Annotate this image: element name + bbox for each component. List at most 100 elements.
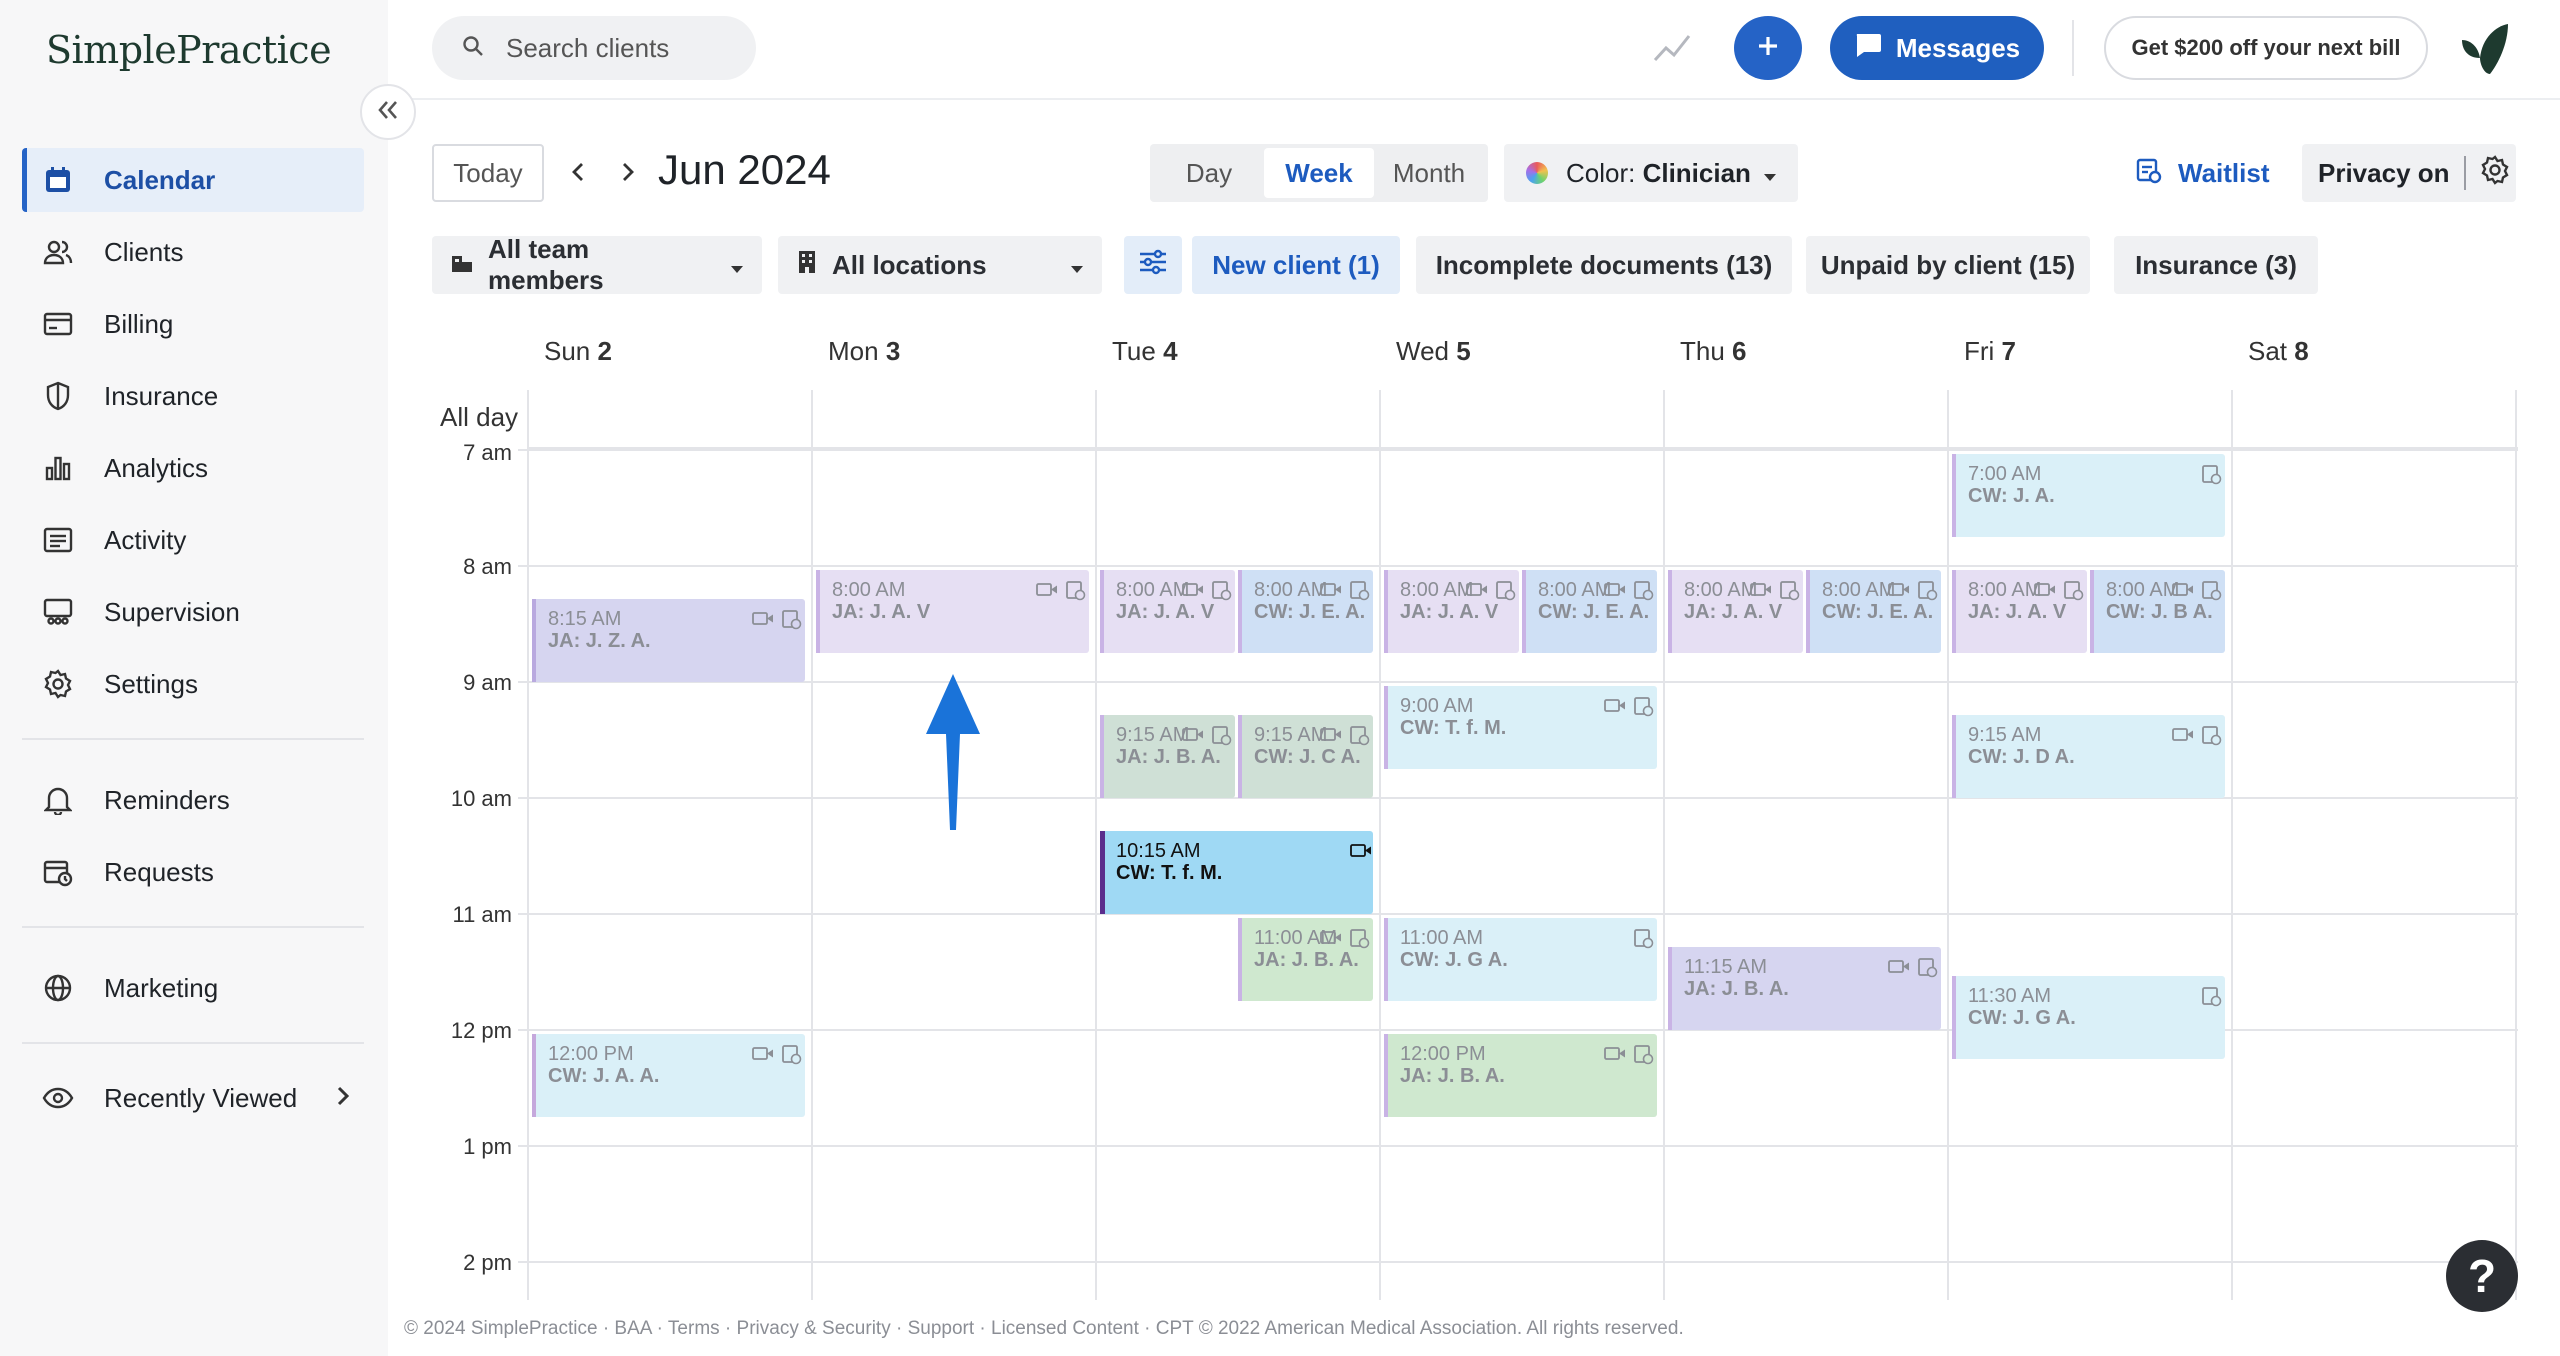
day-header[interactable]: Sun 2 — [544, 336, 612, 366]
today-button[interactable]: Today — [432, 144, 544, 202]
sidebar-item-label: Reminders — [104, 784, 230, 815]
caret-down-icon — [1763, 158, 1777, 189]
day-header[interactable]: Wed 5 — [1396, 336, 1471, 366]
chevron-right-icon — [621, 161, 635, 188]
avatar[interactable] — [2456, 20, 2516, 78]
appointment-event[interactable]: 8:00 AMJA: J. A. V — [816, 570, 1089, 653]
appointment-event[interactable]: 8:00 AMJA: J. A. V — [1952, 570, 2087, 653]
appointment-event[interactable]: 7:00 AMCW: J. A. — [1952, 454, 2225, 537]
appointment-event[interactable]: 12:00 PMJA: J. B. A. — [1384, 1034, 1657, 1117]
appointment-event[interactable]: 11:15 AMJA: J. B. A. — [1668, 947, 1941, 1030]
all-day-label: All day — [440, 402, 518, 432]
note-icon-badge — [1642, 1053, 1654, 1065]
sidebar-item-reminders[interactable]: Reminders — [22, 768, 364, 832]
event-accent-bar — [1238, 715, 1242, 798]
day-header[interactable]: Thu 6 — [1680, 336, 1747, 366]
new-client-chip[interactable]: New client (1) — [1192, 236, 1400, 294]
note-icon-badge — [1074, 589, 1086, 601]
sidebar-item-analytics[interactable]: Analytics — [22, 436, 364, 500]
event-client: JA: J. A. V — [832, 601, 931, 623]
day-header[interactable]: Tue 4 — [1112, 336, 1178, 366]
note-icon-badge — [2072, 589, 2084, 601]
promo-button[interactable]: Get $200 off your next bill — [2104, 16, 2428, 80]
previous-week-button[interactable] — [560, 154, 596, 194]
locations-filter[interactable]: All locations — [778, 236, 1102, 294]
gear-icon[interactable] — [2480, 154, 2510, 192]
appointment-event[interactable]: 12:00 PMCW: J. A. A. — [532, 1034, 805, 1117]
view-month-tab[interactable]: Month — [1374, 148, 1484, 198]
appointment-event[interactable]: 9:00 AMCW: T. f. M. — [1384, 686, 1657, 769]
note-icon-badge — [790, 1053, 802, 1065]
appointment-event[interactable]: 8:15 AMJA: J. Z. A. — [532, 599, 805, 682]
color-by-dropdown[interactable]: Color: Clinician — [1504, 144, 1798, 202]
collapse-sidebar-button[interactable] — [360, 84, 416, 140]
event-client: CW: J. E. A. — [1822, 601, 1933, 623]
sidebar-item-insurance[interactable]: Insurance — [22, 364, 364, 428]
sidebar-item-label: Marketing — [104, 972, 219, 1003]
appointment-event[interactable]: 8:00 AMCW: J. B A. — [2090, 570, 2225, 653]
day-header[interactable]: Mon 3 — [828, 336, 900, 366]
help-button[interactable]: ? — [2446, 1240, 2518, 1312]
appointment-event[interactable]: 8:00 AMJA: J. A. V — [1668, 570, 1803, 653]
sidebar-item-marketing[interactable]: Marketing — [22, 956, 364, 1020]
add-button[interactable] — [1734, 16, 1802, 80]
appointment-event[interactable]: 9:15 AMCW: J. D A. — [1952, 715, 2225, 798]
view-week-tab[interactable]: Week — [1264, 148, 1374, 198]
trend-icon[interactable] — [1652, 30, 1692, 71]
day-header[interactable]: Fri 7 — [1964, 336, 2016, 366]
hour-label: 12 pm — [451, 1018, 512, 1043]
appointment-event[interactable]: 10:15 AMCW: T. f. M. — [1100, 831, 1373, 914]
next-week-button[interactable] — [610, 154, 646, 194]
team-members-filter[interactable]: All team members — [432, 234, 762, 295]
logo[interactable]: SimplePractice — [46, 28, 332, 72]
appointment-event[interactable]: 8:00 AMCW: J. E. A. — [1806, 570, 1941, 653]
appointment-event[interactable]: 11:00 AMJA: J. B. A. — [1238, 918, 1373, 1001]
appointment-event[interactable]: 11:30 AMCW: J. G A. — [1952, 976, 2225, 1059]
day-header[interactable]: Sat 8 — [2248, 336, 2309, 366]
appointment-event[interactable]: 11:00 AMCW: J. G A. — [1384, 918, 1657, 1001]
event-accent-bar — [1952, 570, 1956, 653]
sidebar-item-billing[interactable]: Billing — [22, 292, 364, 356]
sidebar-item-calendar[interactable]: Calendar — [22, 148, 364, 212]
appointment-event[interactable]: 9:15 AMJA: J. B. A. — [1100, 715, 1235, 798]
appointment-event[interactable]: 8:00 AMJA: J. A. V — [1384, 570, 1519, 653]
topbar-divider — [388, 98, 2560, 100]
sidebar-item-activity[interactable]: Activity — [22, 508, 364, 572]
search-input[interactable]: Search clients — [432, 16, 756, 80]
color-wheel-icon — [1526, 162, 1548, 184]
unpaid-by-client-chip[interactable]: Unpaid by client (15) — [1806, 236, 2090, 294]
event-accent-bar — [1384, 1034, 1388, 1117]
waitlist-button[interactable]: Waitlist — [2136, 150, 2269, 196]
sidebar-item-requests[interactable]: Requests — [22, 840, 364, 904]
insurance-chip[interactable]: Insurance (3) — [2114, 236, 2318, 294]
event-time: 8:00 AM — [1400, 579, 1473, 601]
sidebar-item-supervision[interactable]: Supervision — [22, 580, 364, 644]
filter-settings-button[interactable] — [1124, 236, 1182, 294]
appointment-event[interactable]: 9:15 AMCW: J. C A. — [1238, 715, 1373, 798]
hour-label: 11 am — [452, 902, 512, 927]
event-time: 9:15 AM — [1116, 724, 1189, 746]
incomplete-documents-chip[interactable]: Incomplete documents (13) — [1416, 236, 1792, 294]
event-accent-bar — [1952, 454, 1956, 537]
privacy-toggle[interactable]: Privacy on — [2302, 144, 2516, 202]
event-accent-bar — [1384, 686, 1388, 769]
event-client: JA: J. A. V — [1400, 601, 1499, 623]
week-calendar: Sun 2 Mon 3 Tue 4 Wed 5 Thu 6 Fri 7 Sat 8 All d… — [432, 330, 2518, 1300]
note-icon-badge — [1358, 937, 1370, 949]
appointment-event[interactable]: 8:00 AMJA: J. A. V — [1100, 570, 1235, 653]
view-day-tab[interactable]: Day — [1154, 148, 1264, 198]
sidebar-item-clients[interactable]: Clients — [22, 220, 364, 284]
waitlist-label: Waitlist — [2178, 157, 2270, 188]
appointment-event[interactable]: 8:00 AMCW: J. E. A. — [1522, 570, 1657, 653]
sidebar-item-settings[interactable]: Settings — [22, 652, 364, 716]
sliders-icon — [1138, 249, 1168, 282]
event-accent-bar — [1668, 570, 1672, 653]
all-day-row[interactable] — [529, 390, 2518, 447]
appointment-event[interactable]: 8:00 AMCW: J. E. A. — [1238, 570, 1373, 653]
hour-label: 9 am — [463, 670, 512, 695]
nav-divider — [22, 1042, 364, 1044]
sidebar-item-label: Requests — [104, 856, 214, 887]
sidebar-item-recently-viewed[interactable]: Recently Viewed — [22, 1066, 364, 1130]
messages-button[interactable]: Messages — [1830, 16, 2044, 80]
note-icon-badge — [2210, 734, 2222, 746]
